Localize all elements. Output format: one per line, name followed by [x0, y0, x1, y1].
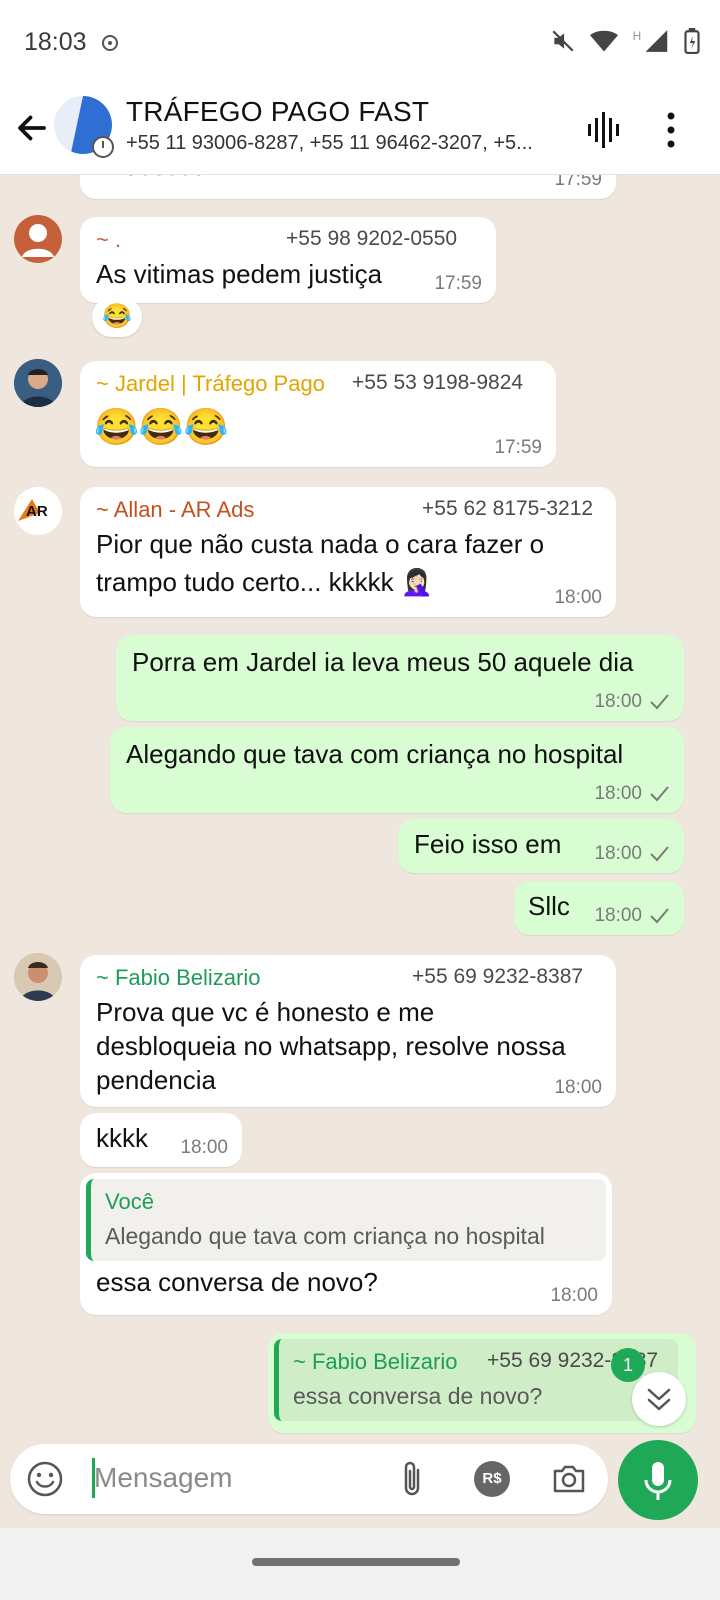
message-time: 17:59 — [494, 437, 542, 458]
message-list[interactable]: Processo 17:59 ~ . +55 98 9202-0550 As v… — [0, 175, 720, 1443]
payment-icon[interactable]: R$ — [474, 1461, 510, 1497]
check-icon — [650, 908, 669, 924]
quote-author: Você — [105, 1189, 154, 1214]
screen-record-icon — [102, 35, 118, 51]
battery-icon — [684, 28, 700, 59]
sender-phone: +55 62 8175-3212 — [422, 497, 594, 520]
sender-name[interactable]: ~ Allan - AR Ads — [96, 497, 254, 523]
message-time: 17:59 — [554, 175, 602, 190]
message-bubble[interactable]: ~ Allan - AR Ads +55 62 8175-3212 Pior q… — [80, 487, 616, 617]
message-text: trampo tudo certo... kkkkk 🤦🏻‍♀️ — [96, 567, 434, 597]
sender-phone: +55 53 9198-9824 — [352, 371, 524, 394]
avatar[interactable] — [14, 953, 62, 1001]
message-text: 😂😂😂 — [94, 406, 229, 447]
system-nav-bar — [0, 1528, 720, 1600]
scroll-down-button[interactable] — [632, 1372, 686, 1426]
sender-phone: +55 69 9232-8387 — [412, 965, 584, 988]
message-text: essa conversa de novo? — [96, 1267, 378, 1297]
voice-call-icon[interactable] — [586, 108, 626, 152]
message-time: 18:00 — [180, 1137, 228, 1158]
message-composer: Mensagem R$ — [10, 1444, 608, 1514]
message-text: Porra em Jardel ia leva meus 50 aquele d… — [132, 647, 634, 677]
message-time: 18:00 — [594, 691, 642, 712]
avatar[interactable] — [14, 359, 62, 407]
message-bubble[interactable]: Porra em Jardel ia leva meus 50 aquele d… — [116, 635, 684, 721]
back-arrow-icon[interactable] — [14, 110, 50, 146]
mic-icon — [644, 1462, 672, 1500]
reaction-badge[interactable]: 😂 — [92, 297, 142, 337]
signal-icon: H — [632, 28, 670, 59]
quote-author: ~ Fabio Belizario — [293, 1349, 458, 1374]
message-time: 18:00 — [550, 1285, 598, 1306]
message-bubble[interactable]: Sllc 18:00 — [514, 881, 684, 935]
message-text: Prova que vc é honesto e me — [96, 997, 435, 1027]
sender-name[interactable]: ~ Jardel | Tráfego Pago — [96, 371, 325, 397]
home-gesture-handle[interactable] — [252, 1558, 460, 1566]
wifi-icon — [590, 28, 618, 59]
message-bubble[interactable]: Feio isso em 18:00 — [398, 819, 684, 873]
message-text: Alegando que tava com criança no hospita… — [126, 739, 624, 769]
avatar[interactable]: AR — [14, 487, 62, 535]
message-text: kkkk — [96, 1123, 148, 1153]
mic-button[interactable] — [618, 1440, 698, 1520]
sender-phone: +55 98 9202-0550 — [286, 227, 458, 250]
check-icon — [650, 786, 669, 802]
attach-icon[interactable] — [396, 1458, 428, 1500]
message-text: Feio isso em — [414, 829, 562, 859]
message-text: desbloqueia no whatsapp, resolve nossa — [96, 1031, 566, 1061]
message-bubble[interactable]: Alegando que tava com criança no hospita… — [110, 727, 684, 813]
message-text: As vitimas pedem justiça — [96, 259, 383, 289]
sender-name[interactable]: ~ Fabio Belizario — [96, 965, 260, 991]
scroll-down-icon — [647, 1388, 671, 1411]
svg-text:H: H — [633, 29, 642, 43]
emoji-icon[interactable] — [26, 1460, 64, 1498]
message-text: Sllc — [528, 891, 570, 921]
group-title[interactable]: TRÁFEGO PAGO FAST — [126, 96, 429, 128]
check-icon — [650, 846, 669, 862]
message-time: 18:00 — [594, 843, 642, 864]
message-bubble[interactable]: kkkk 18:00 — [80, 1113, 242, 1167]
message-bubble[interactable]: Você Alegando que tava com criança no ho… — [80, 1173, 612, 1315]
camera-icon[interactable] — [550, 1460, 588, 1498]
quoted-message[interactable]: Você Alegando que tava com criança no ho… — [86, 1179, 606, 1261]
message-time: 17:59 — [434, 273, 482, 294]
status-time: 18:03 — [24, 28, 87, 56]
check-icon — [650, 694, 669, 710]
message-time: 18:00 — [554, 587, 602, 608]
group-participants[interactable]: +55 11 93006-8287, +55 11 96462-3207, +5… — [126, 132, 566, 155]
message-bubble[interactable]: ~ Jardel | Tráfego Pago +55 53 9198-9824… — [80, 361, 556, 467]
message-text: Pior que não custa nada o cara fazer o — [96, 529, 545, 559]
quote-text: essa conversa de novo? — [293, 1383, 543, 1409]
mute-icon — [550, 28, 576, 59]
message-time: 18:00 — [594, 783, 642, 804]
chat-header: TRÁFEGO PAGO FAST +55 11 93006-8287, +55… — [0, 86, 720, 175]
quote-text: Alegando que tava com criança no hospita… — [105, 1223, 545, 1249]
avatar-logo-text: AR — [26, 503, 48, 520]
status-bar: 18:03 H — [0, 0, 720, 86]
message-time: 18:00 — [554, 1077, 602, 1098]
message-input[interactable]: Mensagem — [94, 1462, 233, 1494]
sender-name[interactable]: ~ . — [96, 227, 121, 253]
message-bubble[interactable]: ~ Fabio Belizario +55 69 9232-8387 Prova… — [80, 955, 616, 1107]
message-text: pendencia — [96, 1065, 216, 1095]
message-bubble[interactable]: Processo 17:59 — [80, 175, 616, 199]
more-options-icon[interactable] — [662, 108, 680, 152]
message-time: 18:00 — [594, 905, 642, 926]
message-text: Processo — [98, 175, 206, 183]
disappearing-messages-icon — [92, 136, 114, 158]
avatar[interactable] — [14, 215, 62, 263]
message-bubble[interactable]: ~ . +55 98 9202-0550 As vitimas pedem ju… — [80, 217, 496, 303]
